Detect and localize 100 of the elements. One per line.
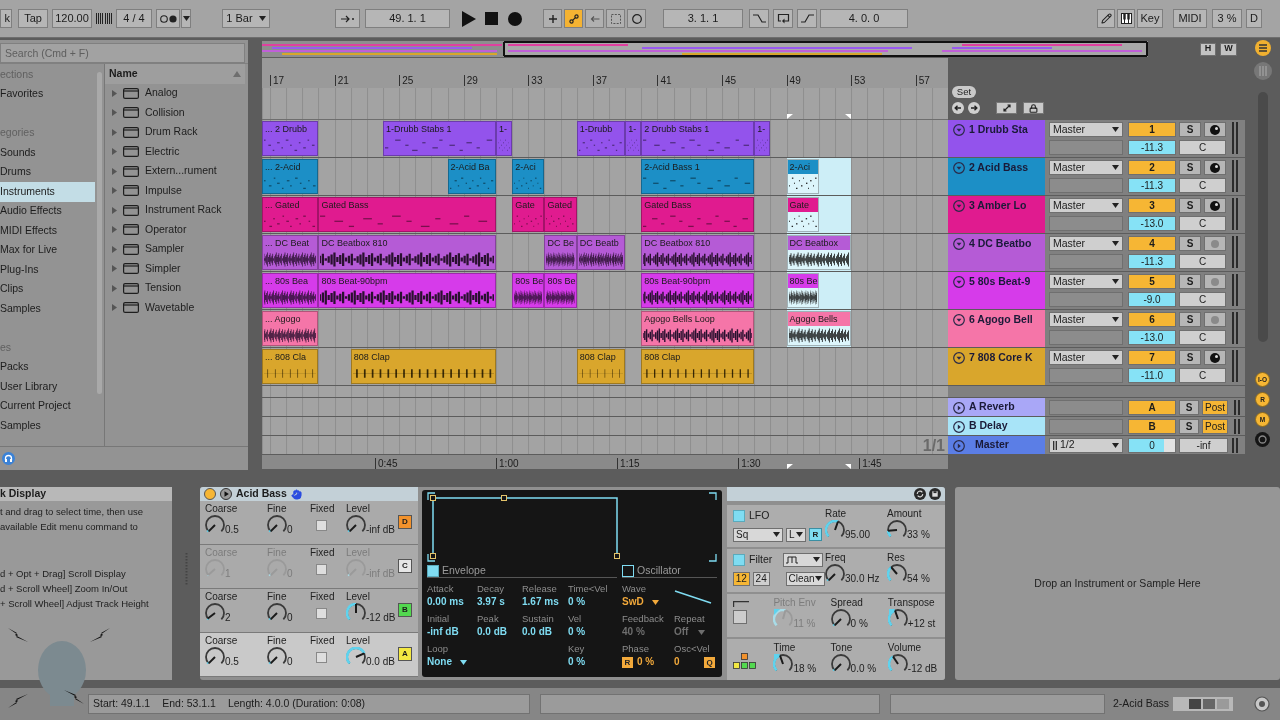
list-item[interactable]: Analog [145,85,178,102]
key-map-button[interactable]: Key [1137,9,1163,28]
knob[interactable] [825,520,845,540]
fold-icon[interactable] [953,276,965,288]
loop-start-field[interactable]: 3. 1. 1 [663,9,743,28]
arrow-right-icon[interactable] [968,102,980,114]
volume-field[interactable]: -13.0 [1128,216,1176,231]
volume-field[interactable]: -11.3 [1128,140,1176,155]
volume-field[interactable]: -9.0 [1128,292,1176,307]
wave-dropdown[interactable]: SwD [622,595,674,609]
capture-button[interactable] [606,9,625,28]
clip[interactable]: Gated Bass [641,197,755,232]
lfo-retrigger-button[interactable]: R [809,528,822,542]
sidebar-item[interactable]: User Library [0,377,95,397]
time-signature-field[interactable]: 4 / 4 [116,9,152,28]
clip[interactable]: DC Beatbox 810 [641,235,755,270]
fold-icon[interactable] [953,238,965,250]
clip[interactable]: Gated Bass [318,197,497,232]
midi-map-button[interactable]: MIDI [1173,9,1207,28]
pan-field[interactable]: C [1179,178,1226,193]
clip[interactable]: 2 Drubb Stabs 1 [641,121,755,156]
list-item[interactable]: Collision [145,104,185,121]
volume-field[interactable]: -13.0 [1128,330,1176,345]
track-activator-button[interactable]: 7 [1128,350,1176,365]
bar-ruler[interactable]: 17 21 25 29 33 37 41 45 49 53 57 [262,58,948,88]
lfo-range-dropdown[interactable]: L [786,527,806,542]
sidebar-item[interactable]: Instruments [0,182,95,202]
follow-button[interactable] [335,9,360,28]
selection-end-marker-icon[interactable] [845,464,852,469]
sidebar-item[interactable]: Samples [0,299,95,319]
loop-length-field[interactable]: 4. 0. 0 [820,9,908,28]
volume-field[interactable]: -11.0 [1128,368,1176,383]
knob[interactable] [267,647,287,667]
arrangement-overview-drawing[interactable] [262,41,1148,57]
clip[interactable]: 1- [625,121,642,156]
fold-icon[interactable] [953,200,965,212]
parameter-value[interactable]: 0 % [568,595,617,609]
clip[interactable]: Agogo Bells Loop [641,311,755,346]
clip[interactable]: ... 80s Bea [262,273,319,308]
punch-out-button[interactable] [797,9,817,28]
operator-button[interactable]: D [398,515,412,529]
parameter-value[interactable]: 1.67 ms [522,595,568,609]
fold-icon[interactable] [953,352,965,364]
clip[interactable]: ... 2-Acid [262,159,319,194]
list-item[interactable]: Operator [145,221,187,238]
clip[interactable]: 1- [496,121,513,156]
slope-button[interactable]: 12 [733,571,750,586]
track-activator-button[interactable]: B [1128,418,1176,434]
algorithm-icon[interactable] [733,653,757,669]
automation-arm-button[interactable] [564,9,583,28]
sidebar-item[interactable]: Audio Effects [0,201,95,221]
output-dropdown[interactable]: Master [1049,198,1123,213]
input-field[interactable] [1049,140,1123,155]
list-item[interactable]: Drum Rack [145,124,198,141]
parameter-value[interactable]: 0.0 dB [477,625,522,639]
play-circle-icon[interactable] [220,488,232,500]
input-field[interactable] [1049,178,1123,193]
expand-icon[interactable] [953,401,965,414]
pan-field[interactable]: C [1179,368,1226,383]
draw-mode-button[interactable] [1097,9,1115,28]
solo-button[interactable]: S [1179,236,1201,251]
track-activator-button[interactable]: 6 [1128,312,1176,327]
expand-icon[interactable] [953,420,965,433]
pan-field[interactable]: C [1179,292,1226,307]
master-track-header[interactable]: Master [948,436,1045,454]
return-track-header[interactable]: B Delay [948,417,1045,435]
clip[interactable]: Gated [544,197,577,232]
slope-button[interactable]: 24 [752,571,770,586]
track-activator-button[interactable]: 2 [1128,160,1176,175]
tempo-field[interactable]: 120.00 [52,9,92,28]
knob[interactable] [205,603,225,623]
operator-button[interactable]: C [398,559,412,573]
output-dropdown[interactable]: Master [1049,236,1123,251]
clip[interactable]: ... Agogo [262,311,319,346]
knob[interactable] [830,609,851,629]
cue-volume-field[interactable]: -inf [1179,437,1228,453]
clip[interactable]: 1-Drubb [576,121,626,156]
track-header[interactable]: 6 Agogo Bell [948,310,1045,347]
clip[interactable]: 1-Drubb Stabs 1 [383,121,497,156]
fit-height-button[interactable]: H [1200,42,1216,56]
track-activator-button[interactable]: A [1128,399,1176,415]
pan-field[interactable]: C [1179,254,1226,269]
circle-icon[interactable] [1254,696,1270,712]
list-item[interactable]: Instrument Rack [145,202,222,219]
knob[interactable] [825,564,845,584]
parameter-value[interactable]: -inf dB [427,625,477,639]
output-dropdown[interactable]: 1/2 [1049,437,1123,453]
knob[interactable] [267,515,287,535]
parameter-value[interactable]: 0 % [568,625,617,639]
filter-checkbox[interactable] [733,553,745,566]
solo-button[interactable]: S [1179,312,1201,327]
clip[interactable]: DC Be [544,235,577,270]
track-activator-button[interactable]: 4 [1128,236,1176,251]
output-dropdown[interactable]: Master [1049,160,1123,175]
parameter-value[interactable]: 0 [674,655,680,669]
pan-field[interactable]: C [1179,140,1226,155]
clip[interactable]: 80s Be [544,273,577,308]
list-item[interactable]: Wavetable [145,299,195,316]
fixed-checkbox[interactable] [316,608,327,619]
clip[interactable]: ... 2 Drubb [262,121,319,156]
